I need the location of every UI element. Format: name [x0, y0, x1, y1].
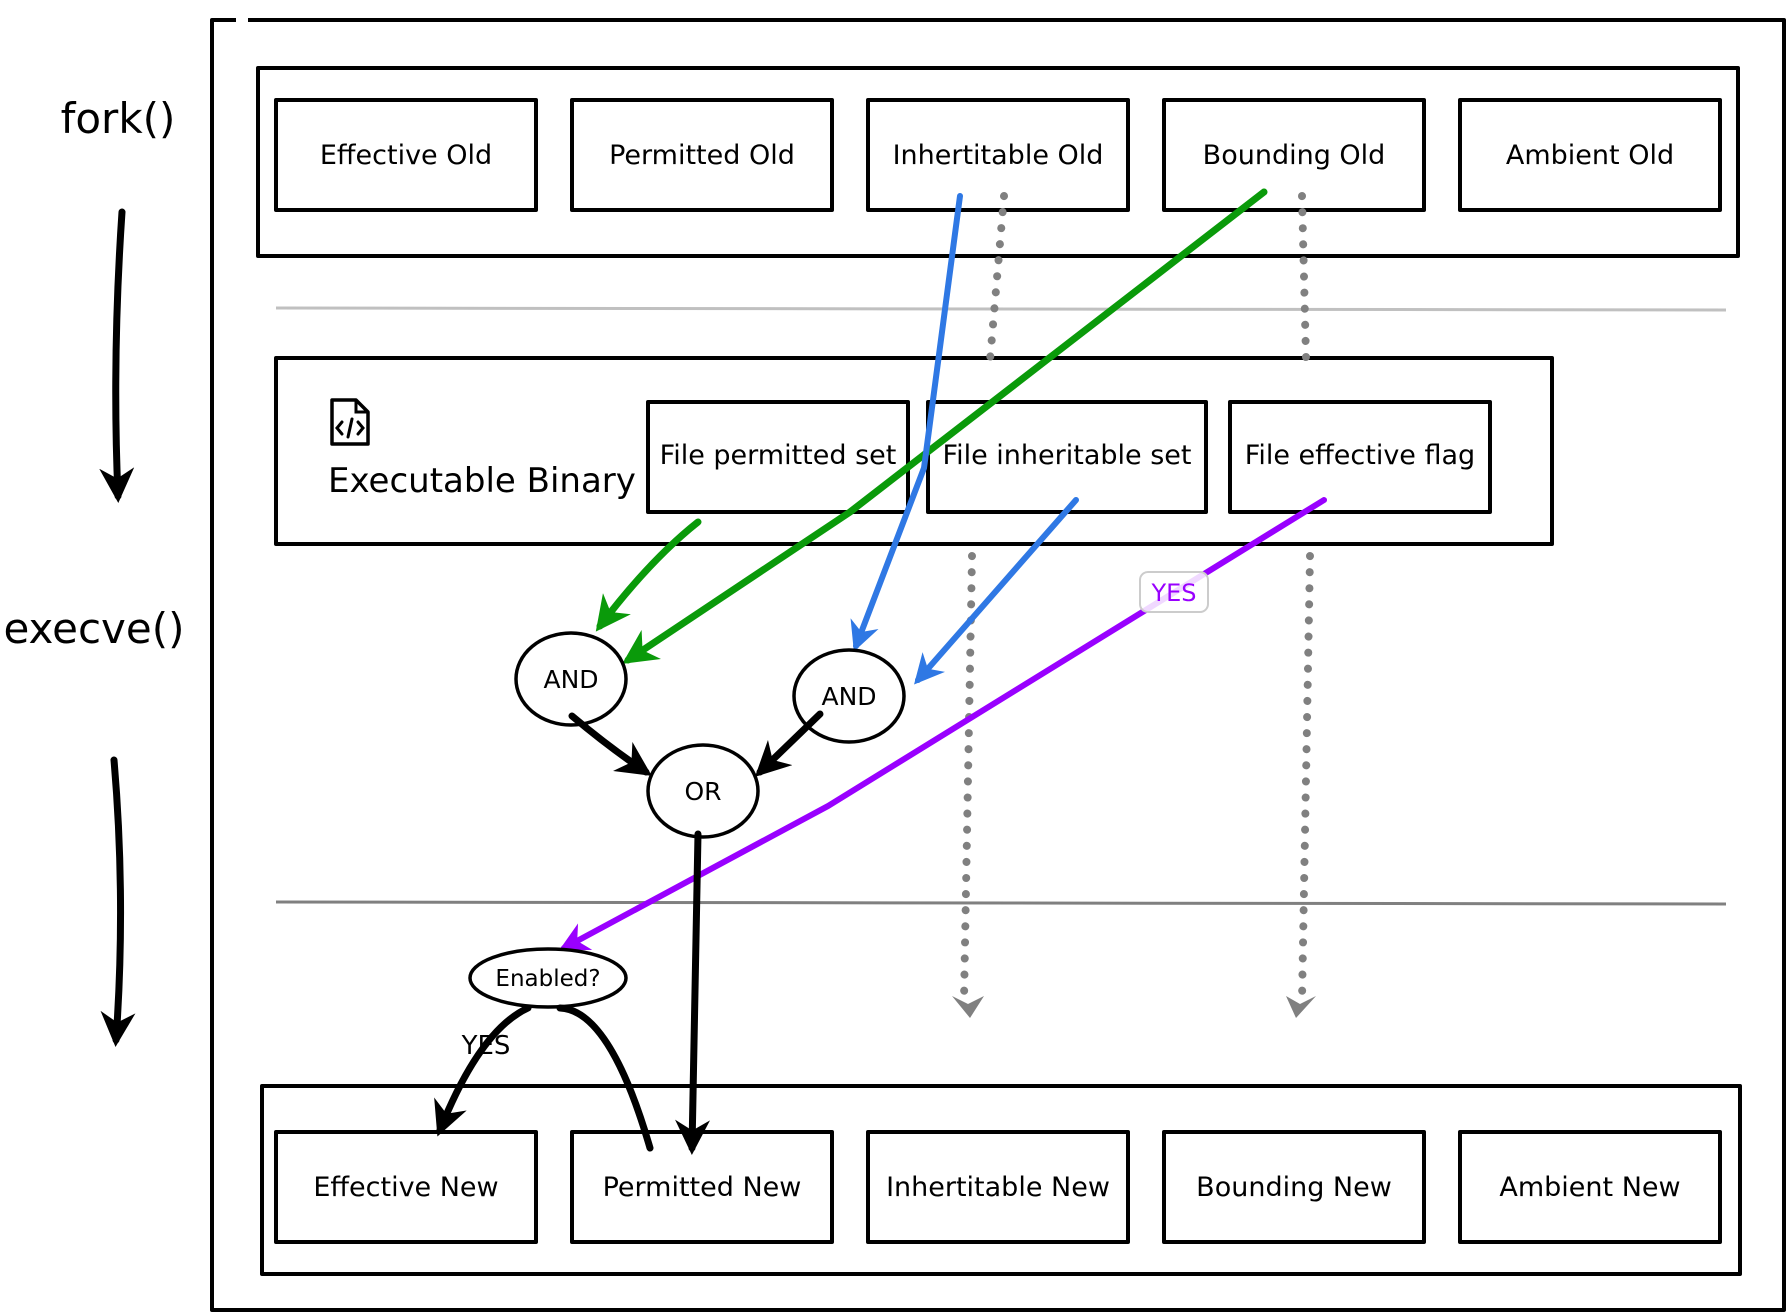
old-sets-row: Effective Old Permitted Old Inhertitable O… [274, 98, 1722, 212]
set-permitted-new: Permitted New [570, 1130, 834, 1244]
and-right-to-or-arrow [754, 710, 824, 777]
set-permitted-old-label: Permitted Old [609, 140, 795, 171]
yes-purple-badge: YES [1139, 571, 1209, 613]
set-inhertitable-old-label: Inhertitable Old [893, 140, 1104, 171]
set-inhertitable-new: Inhertitable New [866, 1130, 1130, 1244]
yes-black-label: YES [461, 1031, 511, 1061]
separator-fork [275, 306, 1727, 312]
bounding-passthrough-arrowhead [1286, 996, 1316, 1018]
separator-execve [275, 900, 1727, 906]
and-right-label: AND [821, 682, 876, 711]
set-bounding-old: Bounding Old [1162, 98, 1426, 212]
inheritable-old-passthrough-dotted [960, 192, 1008, 1004]
capabilities-diagram: fork() execve() Effective Old Permitted O… [3, 18, 1786, 1312]
file-effective-flag-label: File effective flag [1245, 440, 1475, 471]
set-inhertitable-new-label: Inhertitable New [886, 1172, 1110, 1203]
set-inhertitable-old: Inhertitable Old [866, 98, 1130, 212]
new-sets-row: Effective New Permitted New Inhertitable N… [274, 1130, 1722, 1244]
yes-purple-label: YES [1150, 579, 1196, 607]
file-permitted-set-label: File permitted set [660, 440, 897, 471]
fork-timeline-arrow [99, 208, 135, 503]
set-bounding-new-label: Bounding New [1196, 1172, 1392, 1203]
and-right-node: AND [792, 648, 906, 744]
and-left-node: AND [514, 631, 628, 727]
enabled-label: Enabled? [495, 966, 600, 992]
or-label: OR [684, 777, 721, 806]
set-effective-new: Effective New [274, 1130, 538, 1244]
set-effective-old: Effective Old [274, 98, 538, 212]
fork-label: fork() [61, 94, 176, 143]
execve-label: execve() [3, 604, 184, 653]
file-inheritable-set-label: File inheritable set [943, 440, 1192, 471]
set-ambient-old: Ambient Old [1458, 98, 1722, 212]
inheritable-passthrough-arrowhead [952, 996, 984, 1018]
set-bounding-old-label: Bounding Old [1203, 140, 1386, 171]
set-bounding-new: Bounding New [1162, 1130, 1426, 1244]
set-effective-old-label: Effective Old [320, 140, 492, 171]
file-effective-to-enabled-arrow [558, 497, 1327, 951]
and-left-to-or-arrow [568, 712, 652, 776]
set-ambient-new-label: Ambient New [1499, 1172, 1680, 1203]
bounding-old-passthrough-dotted [1298, 192, 1314, 1004]
or-node: OR [646, 743, 760, 839]
and-left-label: AND [543, 665, 598, 694]
set-permitted-new-label: Permitted New [603, 1172, 802, 1203]
executable-binary-title: Executable Binary [328, 461, 636, 501]
execve-timeline-arrow [100, 756, 136, 1047]
set-ambient-old-label: Ambient Old [1506, 140, 1674, 171]
enabled-node: Enabled? [468, 947, 628, 1009]
set-effective-new-label: Effective New [313, 1172, 498, 1203]
set-ambient-new: Ambient New [1458, 1130, 1722, 1244]
set-permitted-old: Permitted Old [570, 98, 834, 212]
file-sets-row: File permitted set File inheritable set Fi… [646, 400, 1492, 514]
file-effective-flag: File effective flag [1228, 400, 1492, 514]
